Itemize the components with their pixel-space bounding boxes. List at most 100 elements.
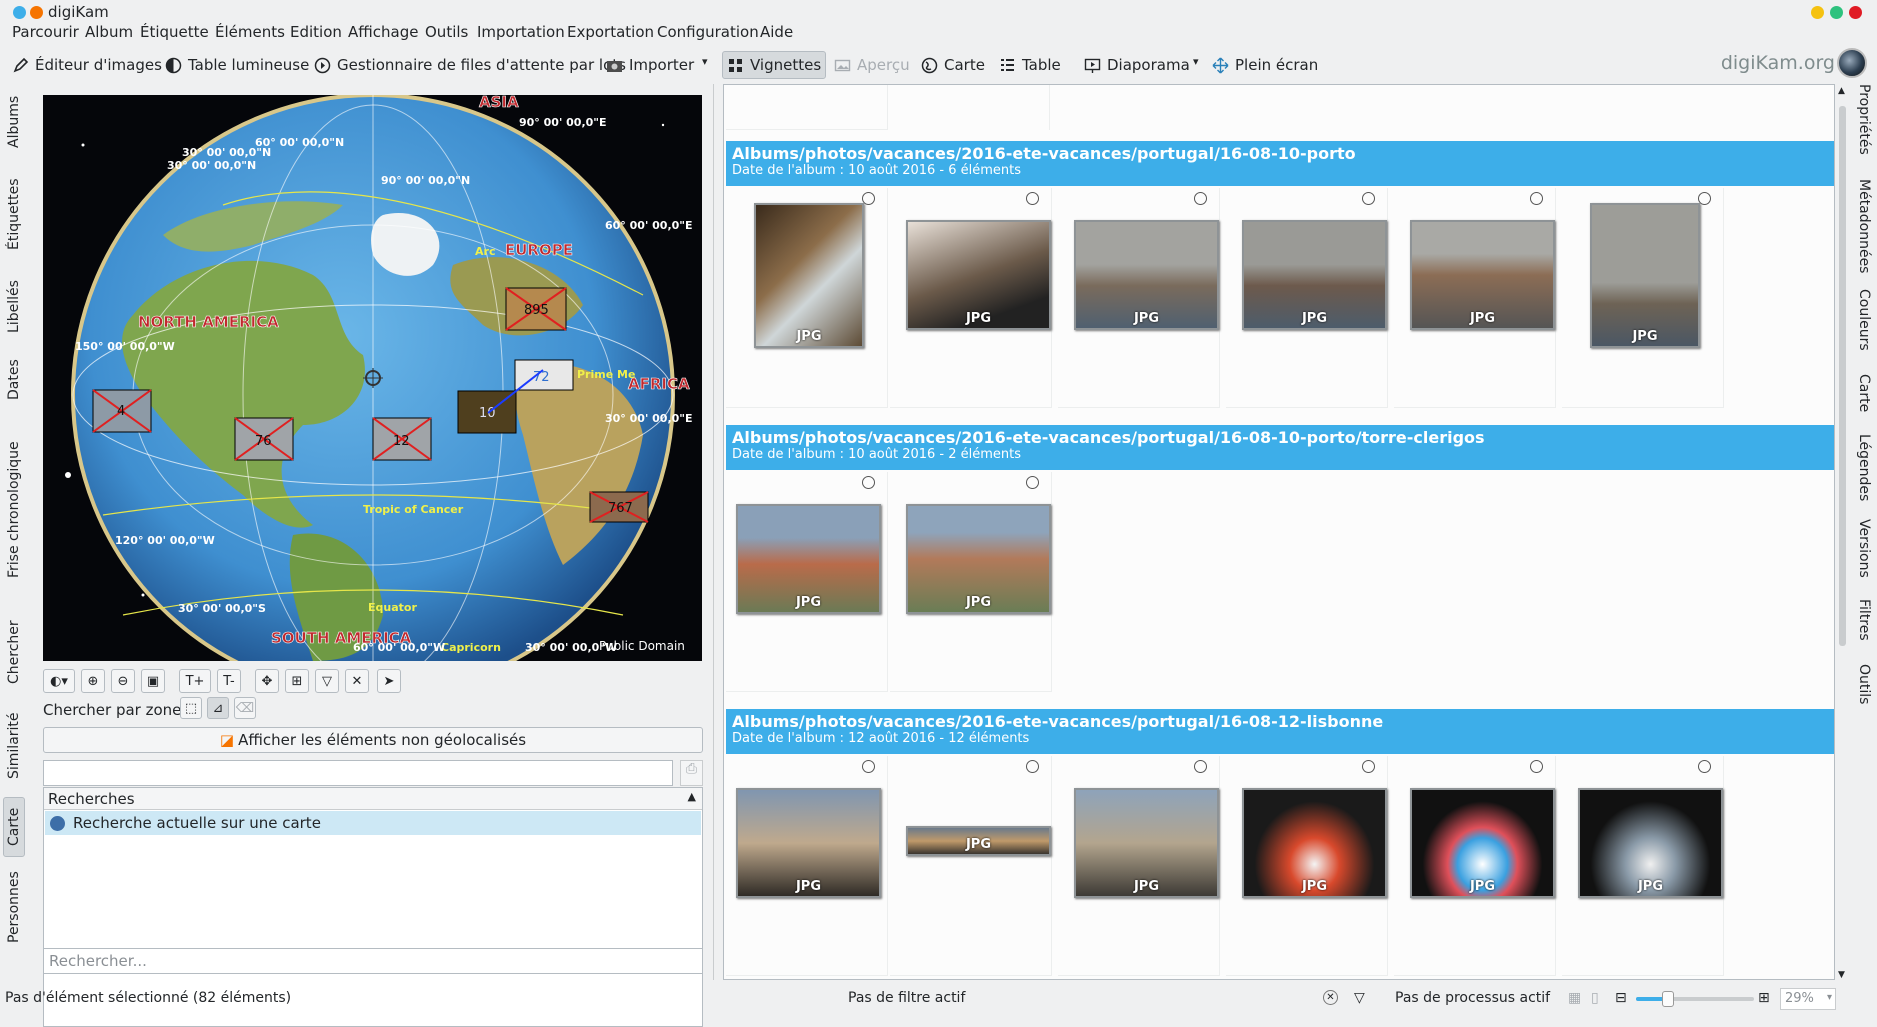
- tab-labels[interactable]: Libellés: [3, 267, 25, 347]
- sort-up-icon[interactable]: ▲: [688, 790, 696, 803]
- cluster-mode-button[interactable]: ▣: [141, 669, 165, 693]
- zoom-in-icon[interactable]: ⊞: [1758, 990, 1770, 1006]
- menu-settings[interactable]: Configuration: [657, 23, 759, 41]
- thumbnail-cell[interactable]: JPG: [726, 756, 888, 976]
- preview-view-button[interactable]: Aperçu: [830, 51, 914, 79]
- menu-items[interactable]: Éléments: [215, 23, 285, 41]
- world-map[interactable]: ASIA EUROPE NORTH AMERICA SOUTH AMERICA …: [43, 95, 702, 661]
- album-header[interactable]: Albums/photos/vacances/2016-ete-vacances…: [726, 425, 1834, 470]
- tab-colors[interactable]: Couleurs: [1853, 289, 1875, 369]
- zoom-slider-handle[interactable]: [1662, 991, 1674, 1007]
- thumbnail-cell[interactable]: JPG: [890, 472, 1052, 692]
- zoom-out-button[interactable]: ⊖: [111, 669, 135, 693]
- menu-export[interactable]: Exportation: [567, 23, 654, 41]
- thumbnail-cell[interactable]: JPG: [726, 472, 888, 692]
- slideshow-button[interactable]: Diaporama: [1080, 51, 1194, 79]
- text-smaller-button[interactable]: T-: [217, 669, 241, 693]
- pointer-button[interactable]: ➤: [377, 669, 401, 693]
- light-table-button[interactable]: Table lumineuse: [161, 51, 313, 79]
- tab-search[interactable]: Chercher: [3, 610, 25, 695]
- pan-button[interactable]: ✥: [255, 669, 279, 693]
- select-region-button[interactable]: ⊞: [285, 669, 309, 693]
- table-view-button[interactable]: Table: [995, 51, 1065, 79]
- tab-people[interactable]: Personnes: [3, 860, 25, 955]
- save-search-button[interactable]: ⎙: [680, 760, 703, 786]
- zone-clear-button[interactable]: ⌫: [234, 697, 256, 719]
- thumbnail-cell[interactable]: JPG: [1226, 756, 1388, 976]
- filter-button[interactable]: ▽: [315, 669, 339, 693]
- maximize-button[interactable]: [1830, 6, 1843, 19]
- zoom-in-button[interactable]: ⊕: [81, 669, 105, 693]
- tab-filters[interactable]: Filtres: [1853, 599, 1875, 659]
- tab-versions[interactable]: Versions: [1853, 519, 1875, 594]
- thumbnails-view-button[interactable]: Vignettes: [722, 51, 826, 79]
- menu-tag[interactable]: Étiquette: [140, 23, 209, 41]
- thumbnail-cell[interactable]: JPG: [890, 188, 1052, 408]
- close-button[interactable]: [1849, 6, 1862, 19]
- slideshow-dropdown-icon[interactable]: ▾: [1193, 55, 1199, 68]
- menu-view[interactable]: Affichage: [348, 23, 418, 41]
- zoom-out-icon[interactable]: ⊟: [1615, 990, 1627, 1006]
- scrollbar-thumb[interactable]: [1839, 106, 1846, 646]
- zoom-slider[interactable]: [1636, 991, 1754, 1007]
- map-cluster[interactable]: 12: [372, 417, 432, 461]
- zone-draw-button[interactable]: ⊿: [207, 697, 229, 719]
- menu-tools[interactable]: Outils: [425, 23, 468, 41]
- zoom-100-icon[interactable]: ▯: [1591, 990, 1599, 1006]
- zone-select-button[interactable]: ⬚: [180, 697, 202, 719]
- tab-timeline[interactable]: Frise chronologique: [3, 412, 25, 607]
- tab-metadata[interactable]: Métadonnées: [1853, 179, 1875, 284]
- map-cluster[interactable]: 4: [92, 389, 152, 433]
- import-dropdown-icon[interactable]: ▾: [702, 55, 708, 68]
- thumbnail-cell[interactable]: JPG: [1226, 188, 1388, 408]
- window-menu-icon[interactable]: [13, 6, 26, 19]
- album-header[interactable]: Albums/photos/vacances/2016-ete-vacances…: [726, 709, 1834, 754]
- map-cluster[interactable]: 767: [589, 491, 649, 523]
- map-cluster[interactable]: 76: [234, 417, 294, 461]
- thumbnail-cell[interactable]: JPG: [1394, 188, 1556, 408]
- brand-link[interactable]: digiKam.org: [1721, 52, 1835, 74]
- scroll-up-icon[interactable]: ▲: [1838, 86, 1845, 96]
- batch-queue-button[interactable]: Gestionnaire de files d'attente par lots: [310, 51, 630, 79]
- vertical-scrollbar[interactable]: ▲ ▼: [1837, 86, 1848, 980]
- show-ungeolocated-button[interactable]: ◪ Afficher les éléments non géolocalisés: [43, 727, 703, 753]
- menu-album[interactable]: Album: [85, 23, 133, 41]
- tab-geolocation[interactable]: Carte: [1853, 374, 1875, 429]
- thumbnail-cell[interactable]: JPG: [1562, 188, 1724, 408]
- menu-edit[interactable]: Edition: [290, 23, 342, 41]
- album-header[interactable]: Albums/photos/vacances/2016-ete-vacances…: [726, 141, 1834, 186]
- remove-filter-button[interactable]: ✕: [345, 669, 369, 693]
- thumbnail-cell[interactable]: JPG: [1058, 188, 1220, 408]
- tab-captions[interactable]: Légendes: [1853, 434, 1875, 514]
- map-cluster[interactable]: 895: [505, 287, 567, 331]
- thumbnail-cell[interactable]: JPG: [1394, 756, 1556, 976]
- search-filter-input[interactable]: Rechercher...: [43, 948, 703, 974]
- fullscreen-button[interactable]: Plein écran: [1208, 51, 1322, 79]
- zoom-fit-icon[interactable]: ▦: [1568, 990, 1581, 1006]
- tab-dates[interactable]: Dates: [3, 350, 25, 410]
- tab-similarity[interactable]: Similarité: [3, 698, 25, 794]
- tab-albums[interactable]: Albums: [3, 84, 25, 159]
- map-backend-button[interactable]: ◐▾: [43, 669, 75, 693]
- thumbnail-cell[interactable]: JPG: [1058, 756, 1220, 976]
- menu-help[interactable]: Aide: [760, 23, 793, 41]
- map-view-button[interactable]: Carte: [917, 51, 989, 79]
- tab-map[interactable]: Carte: [3, 797, 25, 857]
- menu-browse[interactable]: Parcourir: [12, 23, 79, 41]
- zoom-level-field[interactable]: 29% ▾: [1780, 988, 1836, 1010]
- thumbnail-cell[interactable]: JPG: [1562, 756, 1724, 976]
- thumbnail-cell[interactable]: JPG: [726, 188, 888, 408]
- filter-icon[interactable]: ▽: [1354, 990, 1365, 1006]
- import-button[interactable]: Importer: [602, 51, 698, 79]
- tab-tools[interactable]: Outils: [1853, 664, 1875, 724]
- text-larger-button[interactable]: T+: [179, 669, 211, 693]
- clear-filter-icon[interactable]: ✕: [1323, 990, 1338, 1005]
- thumbnail-cell[interactable]: JPG: [890, 756, 1052, 976]
- list-item[interactable]: Recherche actuelle sur une carte: [45, 811, 701, 835]
- zoom-dropdown-icon[interactable]: ▾: [1827, 992, 1832, 1003]
- scroll-down-icon[interactable]: ▼: [1838, 970, 1845, 980]
- image-editor-button[interactable]: Éditeur d'images: [8, 51, 166, 79]
- menu-import[interactable]: Importation: [477, 23, 565, 41]
- search-name-input[interactable]: [43, 760, 673, 786]
- minimize-button[interactable]: [1811, 6, 1824, 19]
